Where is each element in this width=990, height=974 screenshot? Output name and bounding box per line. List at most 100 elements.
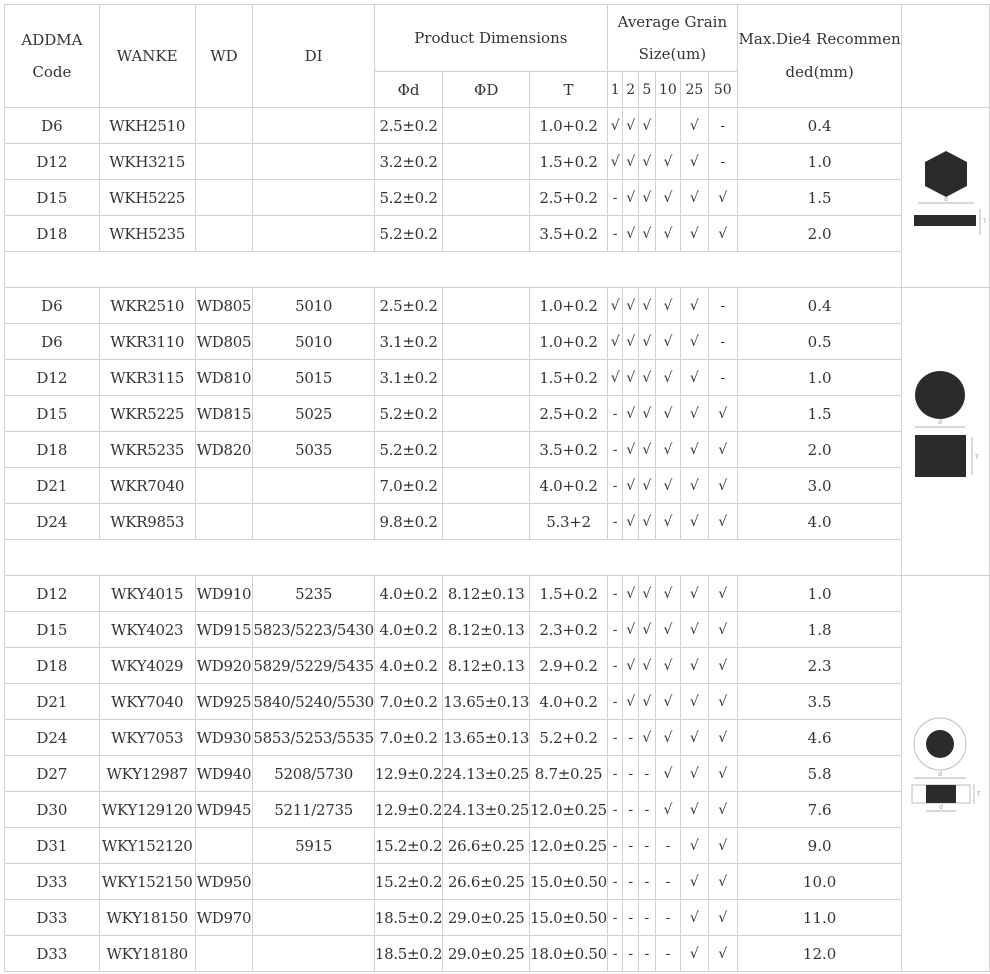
grain-mark-cell: -: [606, 395, 624, 432]
max-die-cell: 9.0: [736, 827, 903, 864]
phi-D-cell: 24.13±0.25: [442, 755, 531, 792]
max-die-cell: 1.0: [736, 359, 903, 396]
grain-mark-cell: √: [654, 575, 682, 612]
wanke-cell: WKY7040: [98, 683, 196, 720]
grain-mark-cell: √: [707, 395, 738, 432]
grain-mark-cell: √: [680, 683, 709, 720]
phi-D-cell: [442, 215, 531, 252]
di-cell: 5915: [252, 827, 375, 864]
header-t: T: [529, 71, 608, 108]
grain-mark-cell: -: [707, 287, 738, 324]
grain-mark-cell: -: [638, 827, 656, 864]
di-cell: [252, 179, 375, 216]
grain-mark-cell: √: [622, 683, 640, 720]
grain-mark-cell: √: [707, 791, 738, 828]
wd-cell: WD970: [194, 899, 254, 936]
wd-cell: WD910: [194, 575, 254, 612]
table-row: D21 WKY7040 WD925 5840/5240/5530 7.0±0.2 13.6…: [4, 683, 990, 720]
table-row: D18 WKR5235 WD820 5035 5.2±0.2 3.5+0.2- √ √ √ √ √ 2…: [4, 431, 990, 468]
phi-D-cell: [442, 359, 531, 396]
grain-mark-cell: √: [680, 179, 709, 216]
max-die-cell: 2.0: [736, 431, 903, 468]
grain-mark-cell: √: [680, 359, 709, 396]
grain-mark-cell: √: [707, 683, 738, 720]
phi-d-cell: 12.9±0.2: [373, 791, 444, 828]
max-die-cell: 4.0: [736, 503, 903, 540]
phi-d-cell: 5.2±0.2: [373, 215, 444, 252]
wanke-cell: WKR5235: [98, 431, 196, 468]
addma-code-cell: D24: [4, 503, 100, 540]
di-cell: 5010: [252, 323, 375, 360]
max-die-cell: 1.0: [736, 143, 903, 180]
grain-mark-cell: -: [606, 863, 624, 900]
addma-code-cell: D21: [4, 467, 100, 504]
grain-mark-cell: √: [707, 611, 738, 648]
grain-mark-cell: -: [638, 863, 656, 900]
ring-core: [925, 729, 954, 758]
grain-mark-cell: √: [622, 503, 640, 540]
wd-cell: WD930: [194, 719, 254, 756]
header-grain-1: 1: [606, 71, 624, 108]
thickness-cell: 3.5+0.2: [529, 431, 608, 468]
table-row: D21 WKR7040 7.0±0.2 4.0+0.2- √ √ √ √ √ 3.0: [4, 467, 990, 504]
thickness-cell: 1.0+0.2: [529, 287, 608, 324]
addma-code-cell: D6: [4, 323, 100, 360]
wd-cell: [194, 827, 254, 864]
grain-mark-cell: √: [622, 395, 640, 432]
product-spec-table: ADDMA Code WANKE WD DI Product Dimension…: [3, 4, 990, 972]
phi-D-cell: [442, 395, 531, 432]
addma-code-cell: D33: [4, 899, 100, 936]
grain-mark-cell: √: [680, 215, 709, 252]
table-row: D27 WKY12987 WD940 5208/5730 12.9±0.2 24.13±0…: [4, 755, 990, 792]
hexagon-insert-diagram: dT: [913, 150, 986, 235]
table-row: D6 WKR2510 WD805 5010 2.5±0.2 1.0+0.2 √ √ √ √ √ -0.…: [4, 287, 990, 576]
max-die-cell: 5.8: [736, 755, 903, 792]
grain-mark-cell: √: [638, 323, 656, 360]
grain-mark-cell: √: [622, 287, 640, 324]
grain-mark-cell: -: [606, 611, 624, 648]
phi-d-cell: 4.0±0.2: [373, 575, 444, 612]
grain-mark-cell: √: [654, 143, 682, 180]
di-cell: [252, 467, 375, 504]
grain-mark-cell: -: [606, 791, 624, 828]
grain-mark-cell: -: [707, 359, 738, 396]
table-row: D33 WKY152150 WD950 15.2±0.2 26.6±0.25 15.0±0…: [4, 863, 990, 900]
grain-mark-cell: -: [606, 899, 624, 936]
grain-mark-cell: √: [638, 179, 656, 216]
wanke-cell: WKY12987: [98, 755, 196, 792]
grain-mark-cell: √: [622, 467, 640, 504]
phi-D-cell: [442, 179, 531, 216]
max-die-cell: 10.0: [736, 863, 903, 900]
grain-mark-cell: √: [654, 395, 682, 432]
table-row: D15 WKR5225 WD815 5025 5.2±0.2 2.5+0.2- √ √ √ √ √ 1…: [4, 395, 990, 432]
grain-mark-cell: √: [654, 215, 682, 252]
phi-d-cell: 3.1±0.2: [373, 359, 444, 396]
phi-d-cell: 15.2±0.2: [373, 827, 444, 864]
grain-mark-cell: √: [638, 287, 656, 324]
grain-mark-cell: √: [680, 575, 709, 612]
grain-mark-cell: -: [606, 719, 624, 756]
wanke-cell: WKR7040: [98, 467, 196, 504]
max-die-cell: 4.6: [736, 719, 903, 756]
header-grain-10: 10: [654, 71, 682, 108]
grain-mark-cell: √: [707, 719, 738, 756]
svg-text:T: T: [982, 218, 986, 225]
wanke-cell: WKY4015: [98, 575, 196, 612]
svg-text:T: T: [974, 454, 979, 461]
phi-d-cell: 9.8±0.2: [373, 503, 444, 540]
phi-D-cell: [442, 143, 531, 180]
table-row: D30 WKY129120 WD945 5211/2735 12.9±0.2 24.13±…: [4, 791, 990, 828]
svg-text:d: d: [938, 419, 942, 426]
phi-D-cell: 29.0±0.25: [442, 899, 531, 936]
wd-cell: WD920: [194, 647, 254, 684]
wanke-cell: WKY4029: [98, 647, 196, 684]
grain-mark-cell: -: [622, 863, 640, 900]
phi-D-cell: 13.65±0.13: [442, 683, 531, 720]
grain-mark-cell: √: [606, 143, 624, 180]
header-grain-5: 5: [638, 71, 656, 108]
insert-diagram-cell: d Td: [901, 575, 990, 972]
grain-mark-cell: -: [606, 935, 624, 972]
grain-mark-cell: √: [638, 143, 656, 180]
max-die-cell: 3.0: [736, 467, 903, 504]
grain-mark-cell: √: [606, 323, 624, 360]
